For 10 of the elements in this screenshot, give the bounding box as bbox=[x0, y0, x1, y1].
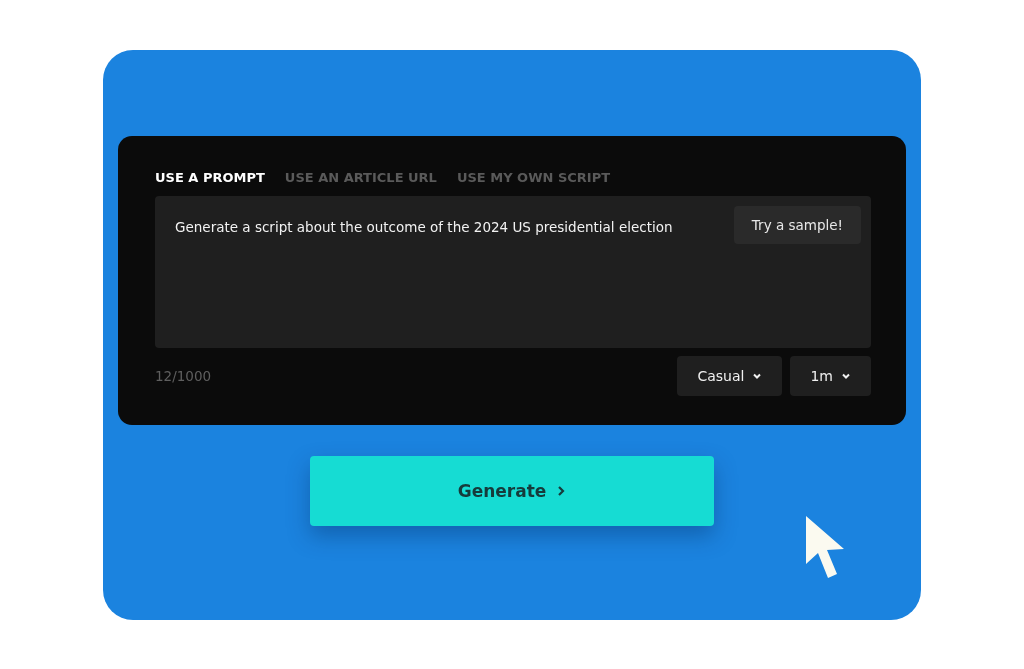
dropdown[interactable]: Casual bbox=[677, 356, 783, 396]
prompt-field[interactable]: Generate a script about the outcome of the 2024 US presidential election Try a sample! bbox=[155, 196, 871, 348]
generate-button[interactable]: Generate bbox=[310, 456, 714, 526]
character-count: 12/1000 bbox=[155, 368, 212, 384]
caret-icon bbox=[841, 371, 851, 381]
chevron-icon bbox=[556, 485, 567, 497]
sample-button[interactable]: Try a sample! bbox=[733, 206, 861, 244]
tab[interactable]: USE A PROMPT bbox=[155, 169, 265, 185]
dropdown[interactable]: 1m bbox=[790, 356, 871, 396]
caret-icon bbox=[752, 371, 763, 381]
